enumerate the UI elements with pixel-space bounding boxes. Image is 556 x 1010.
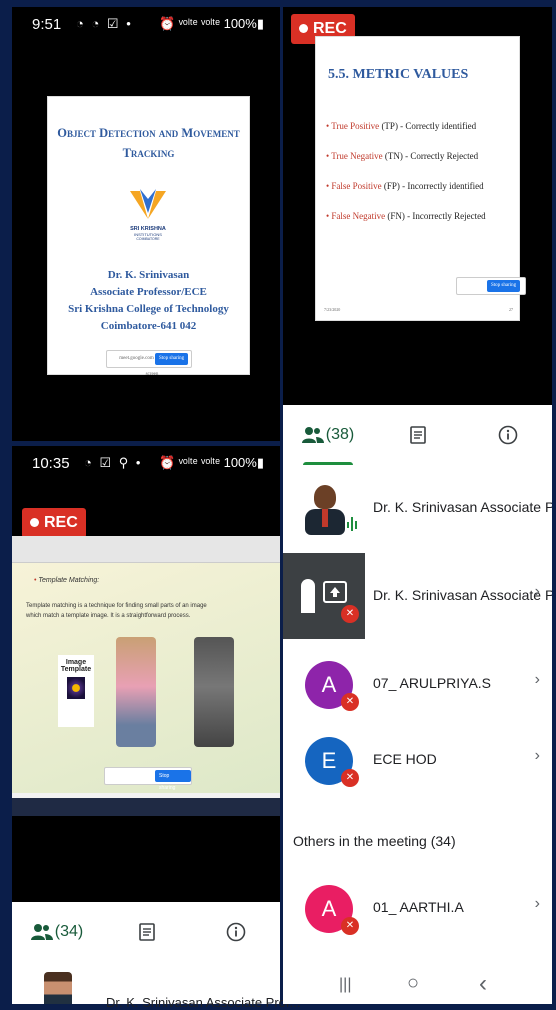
rec-badge: REC — [22, 508, 86, 538]
participant-name: Dr. K. Srinivasan Associate Professo... — [373, 499, 552, 515]
partial-participant-row: Dr. K. Srinivasan Associate Prof... — [12, 962, 300, 1010]
screen-share-bar: Stop sharing — [104, 767, 192, 791]
metric-list: • True Positive (TP) - Correctly identif… — [326, 111, 516, 231]
notification-icons: ◔ ☑ ⚲ • — [84, 455, 143, 470]
slide-page-view: • Template Matching: Template matching i… — [12, 563, 280, 793]
info-icon — [226, 922, 246, 942]
flower-image — [67, 677, 85, 699]
screen-share-bar: meet.google.com is sharing your screen S… — [106, 350, 192, 377]
screen-share-bar: Stop sharing — [456, 277, 526, 295]
author-block: Dr. K. Srinivasan Associate Professor/EC… — [48, 267, 249, 335]
audio-level-icon — [347, 517, 359, 531]
present-screen-icon — [323, 581, 347, 603]
chevron-right-icon[interactable]: › — [535, 895, 540, 913]
chat-icon — [139, 923, 155, 941]
logo-v-icon — [130, 189, 166, 219]
chevron-right-icon[interactable]: › — [535, 747, 540, 765]
presenting-tile — [283, 553, 365, 639]
list-item[interactable]: A ✕ 01_ AARTHI.A › — [283, 865, 552, 953]
participant-name: Dr. K. Srinivasan Associate Prof... — [106, 995, 301, 1010]
tab-people[interactable]: (34) — [12, 902, 102, 962]
metric-item: • False Negative (FN) - Incorrectly Reje… — [326, 211, 486, 221]
avatar — [305, 481, 345, 535]
author-city: Coimbatore-641 042 — [100, 320, 197, 332]
tab-people[interactable]: (38) — [283, 405, 373, 465]
home-button[interactable]: ○ — [407, 972, 419, 995]
slide-page: 27 — [509, 307, 513, 312]
presenter-silhouette — [301, 579, 315, 613]
chevron-right-icon[interactable]: › — [535, 671, 540, 689]
college-logo: SRI KRISHNA INSTITUTIONS COIMBATORE — [128, 187, 168, 251]
others-header: Others in the meeting (34) — [293, 833, 456, 849]
stop-sharing-button[interactable]: Stop sharing — [487, 280, 521, 292]
author-name: Dr. K. Srinivasan — [107, 269, 190, 281]
tab-info[interactable] — [192, 902, 280, 962]
status-right: ⏰ ᵛᵒˡᵗᵉ ᵛᵒˡᵗᵉ 100%▮ — [158, 455, 264, 470]
title-slide: Object Detection and Movement Tracking S… — [48, 97, 249, 377]
top-right-screen: REC 5.5. METRIC VALUES • True Positive (… — [283, 7, 552, 405]
slide-title: Object Detection and Movement Tracking — [57, 126, 240, 160]
people-icon — [301, 427, 324, 443]
child-photo-gray — [194, 637, 234, 747]
participant-name: ECE HOD — [373, 751, 437, 767]
metric-slide: 5.5. METRIC VALUES • True Positive (TP) … — [316, 37, 526, 320]
people-count: (38) — [325, 426, 355, 443]
mic-off-icon: ✕ — [341, 693, 359, 711]
slide-heading: • Template Matching: — [34, 577, 100, 584]
tab-info[interactable] — [463, 405, 552, 465]
status-time: 9:51 — [32, 16, 62, 33]
status-bar: 10:35 ◔ ☑ ⚲ • ⏰ ᵛᵒˡᵗᵉ ᵛᵒˡᵗᵉ 100%▮ — [12, 446, 280, 480]
mic-off-icon: ✕ — [341, 769, 359, 787]
windows-taskbar — [12, 798, 280, 816]
tab-chat[interactable] — [373, 405, 463, 465]
list-item[interactable]: E ✕ ECE HOD › — [283, 717, 552, 805]
top-left-screen: 9:51 ◔ ◔ ☑ • ⏰ ᵛᵒˡᵗᵉ ᵛᵒˡᵗᵉ 100%▮ Object … — [12, 7, 280, 441]
back-button[interactable]: ‹ — [479, 970, 487, 998]
metric-slide-title: 5.5. METRIC VALUES — [328, 67, 469, 82]
stop-sharing-button[interactable]: Stop sharing — [155, 353, 189, 365]
people-icon — [30, 924, 53, 940]
slide-date: 7/23/2020 — [324, 307, 341, 312]
status-right: ⏰ ᵛᵒˡᵗᵉ ᵛᵒˡᵗᵉ 100%▮ — [158, 16, 264, 31]
status-time: 10:35 — [32, 455, 70, 472]
list-item[interactable]: Dr. K. Srinivasan Associate Professo... — [283, 465, 552, 553]
meet-tab-bar: (34) — [12, 902, 280, 962]
metric-item: • False Positive (FP) - Incorrectly iden… — [326, 181, 484, 191]
participants-list: Dr. K. Srinivasan Associate Professo... … — [283, 465, 552, 964]
avatar — [44, 972, 72, 1004]
android-nav-bar: ||| ○ ‹ — [283, 964, 552, 1004]
pdf-viewer-window: • Template Matching: Template matching i… — [12, 536, 280, 814]
author-role: Associate Professor/ECE — [90, 286, 207, 298]
participant-name: Dr. K. Srinivasan Associate Pro... — [373, 587, 552, 603]
mic-off-icon: ✕ — [341, 605, 359, 623]
slide-body: Template matching is a technique for fin… — [26, 603, 207, 619]
chevron-right-icon[interactable]: › — [535, 583, 540, 601]
stop-sharing-button[interactable]: Stop sharing — [155, 770, 191, 791]
list-item[interactable]: ✕ Dr. K. Srinivasan Associate Pro... › — [283, 553, 552, 641]
child-photo-color — [116, 637, 156, 747]
notification-icons: ◔ ◔ ☑ • — [76, 16, 133, 31]
author-college: Sri Krishna College of Technology — [68, 303, 229, 315]
participant-name: 07_ ARULPRIYA.S — [373, 675, 492, 691]
list-item[interactable]: A ✕ 07_ ARULPRIYA.S › — [283, 641, 552, 729]
recent-apps-button[interactable]: ||| — [339, 976, 351, 994]
viewer-toolbar — [12, 536, 280, 563]
people-count: (34) — [54, 923, 84, 940]
bottom-left-screen: 10:35 ◔ ☑ ⚲ • ⏰ ᵛᵒˡᵗᵉ ᵛᵒˡᵗᵉ 100%▮ REC • … — [12, 446, 280, 902]
template-card: Image Template — [58, 655, 94, 727]
tab-chat[interactable] — [102, 902, 192, 962]
meet-tab-bar: (38) — [283, 405, 552, 465]
chat-icon — [410, 426, 426, 444]
mic-off-icon: ✕ — [341, 917, 359, 935]
metric-item: • True Negative (TN) - Correctly Rejecte… — [326, 151, 479, 161]
metric-item: • True Positive (TP) - Correctly identif… — [326, 121, 477, 131]
participant-name: 01_ AARTHI.A — [373, 899, 464, 915]
status-bar: 9:51 ◔ ◔ ☑ • ⏰ ᵛᵒˡᵗᵉ ᵛᵒˡᵗᵉ 100%▮ — [12, 7, 280, 41]
info-icon — [498, 425, 517, 445]
